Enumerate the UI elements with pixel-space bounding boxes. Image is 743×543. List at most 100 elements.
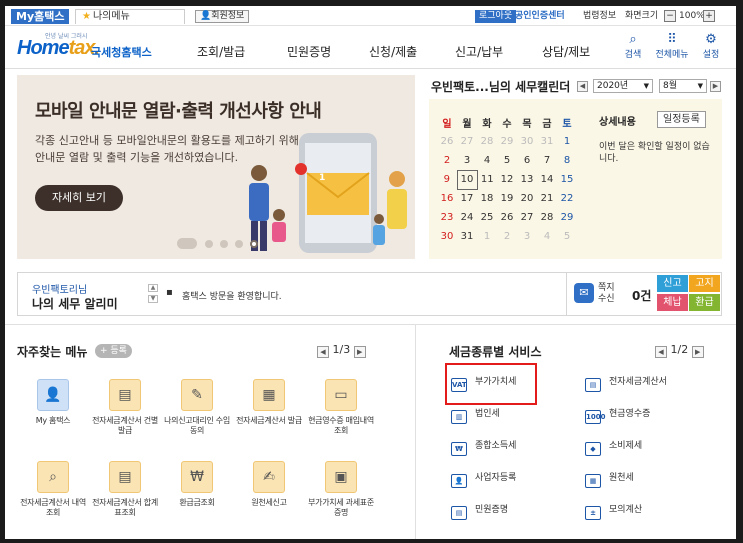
- calendar-day[interactable]: 3: [457, 151, 477, 170]
- calendar-day[interactable]: 11: [477, 170, 497, 189]
- calendar-day[interactable]: 31: [457, 227, 477, 246]
- calendar-day[interactable]: 13: [517, 170, 537, 189]
- tax-item-business-registration[interactable]: 👤 사업자등록: [451, 467, 516, 489]
- prev-page-button[interactable]: ◀: [317, 346, 329, 358]
- banner-detail-button[interactable]: 자세히 보기: [35, 185, 123, 211]
- calendar-day[interactable]: 31: [537, 132, 557, 151]
- calendar-day[interactable]: 29: [557, 208, 577, 227]
- calendar-day[interactable]: 30: [517, 132, 537, 151]
- calendar-day[interactable]: 6: [517, 151, 537, 170]
- menu-item-etax-single[interactable]: ▤ 전자세금계산서 건별발급: [91, 379, 159, 436]
- calendar-day[interactable]: 16: [437, 189, 457, 208]
- calendar-day[interactable]: 3: [517, 227, 537, 246]
- menu-item-etax-history[interactable]: ⌕ 전자세금계산서 내역조회: [19, 461, 87, 518]
- calendar-day[interactable]: 7: [537, 151, 557, 170]
- month-select[interactable]: 8월 ▼: [659, 79, 707, 93]
- nav-inquiry[interactable]: 조회/발급: [197, 43, 245, 60]
- menu-item-withholding[interactable]: ✍ 원천세신고: [235, 461, 303, 508]
- calendar-day[interactable]: 28: [537, 208, 557, 227]
- calendar-day[interactable]: 27: [457, 132, 477, 151]
- notice-up-button[interactable]: ▲: [148, 284, 158, 292]
- tag-notice[interactable]: 고지: [689, 275, 720, 292]
- notice-down-button[interactable]: ▼: [148, 295, 158, 303]
- laws-link[interactable]: 법령정보: [583, 10, 616, 23]
- banner-dot-1[interactable]: [205, 240, 213, 248]
- nav-consult[interactable]: 상담/제보: [542, 43, 590, 60]
- menu-item-my-hometax[interactable]: 👤 My 홈택스: [19, 379, 87, 426]
- member-info-button[interactable]: 👤회원정보: [195, 10, 250, 23]
- tax-item-withholding[interactable]: ▦ 원천세: [585, 467, 634, 489]
- calendar-day[interactable]: 23: [437, 208, 457, 227]
- banner-dot-2[interactable]: [220, 240, 228, 248]
- tax-item-income[interactable]: ₩ 종합소득세: [451, 435, 516, 457]
- calendar-day[interactable]: 27: [517, 208, 537, 227]
- calendar-day[interactable]: 14: [537, 170, 557, 189]
- menu-item-refund[interactable]: ₩ 환급금조회: [163, 461, 231, 508]
- calendar-day[interactable]: 21: [537, 189, 557, 208]
- tax-item-cash-receipt[interactable]: 1000 현금영수증: [585, 403, 650, 425]
- tax-item-excise[interactable]: ◆ 소비제세: [585, 435, 642, 457]
- calendar-day[interactable]: 1: [477, 227, 497, 246]
- frequent-register-button[interactable]: + 등록: [95, 344, 132, 358]
- tax-item-corporate[interactable]: ▥ 법인세: [451, 403, 500, 425]
- nav-certificate[interactable]: 민원증명: [287, 43, 331, 60]
- calendar-day[interactable]: 2: [437, 151, 457, 170]
- logout-button[interactable]: 로그아웃: [475, 10, 517, 23]
- calendar-day[interactable]: 26: [497, 208, 517, 227]
- tax-item-simulation[interactable]: ± 모의계산: [585, 499, 642, 521]
- calendar-day[interactable]: 19: [497, 189, 517, 208]
- tag-arrears[interactable]: 체납: [657, 294, 688, 311]
- banner-dot-4[interactable]: [250, 240, 258, 248]
- calendar-day[interactable]: 22: [557, 189, 577, 208]
- promo-banner[interactable]: 모바일 안내문 열람·출력 개선사항 안내 각종 신고안내 등 모바일안내문의 …: [17, 75, 415, 259]
- calendar-day[interactable]: 20: [517, 189, 537, 208]
- my-hometax-tab[interactable]: My홈택스: [11, 9, 70, 24]
- banner-pause-button[interactable]: [177, 238, 197, 249]
- calendar-day[interactable]: 30: [437, 227, 457, 246]
- calendar-day[interactable]: 26: [437, 132, 457, 151]
- nav-application[interactable]: 신청/제출: [369, 43, 417, 60]
- calendar-day[interactable]: 4: [537, 227, 557, 246]
- calendar-day[interactable]: 18: [477, 189, 497, 208]
- menu-item-etax-summary[interactable]: ▤ 전자세금계산서 합계표조회: [91, 461, 159, 518]
- tag-refund[interactable]: 환급: [689, 294, 720, 311]
- zoom-out-button[interactable]: −: [664, 10, 676, 22]
- calendar-day[interactable]: 17: [457, 189, 477, 208]
- message-count[interactable]: 0건: [632, 287, 651, 304]
- calendar-day-today[interactable]: 10: [456, 169, 478, 190]
- search-button[interactable]: ⌕ 검색: [619, 33, 647, 61]
- next-page-button[interactable]: ▶: [353, 346, 366, 358]
- calendar-day[interactable]: 5: [497, 151, 517, 170]
- calendar-day[interactable]: 9: [437, 170, 457, 189]
- my-menu-tab[interactable]: ★ 나의메뉴: [75, 9, 185, 24]
- settings-button[interactable]: ⚙ 설정: [697, 33, 725, 61]
- banner-dot-3[interactable]: [235, 240, 243, 248]
- calendar-day[interactable]: 8: [557, 151, 577, 170]
- prev-month-button[interactable]: ◀: [577, 81, 588, 92]
- nav-filing[interactable]: 신고/납부: [455, 43, 503, 60]
- calendar-day[interactable]: 15: [557, 170, 577, 189]
- register-schedule-button[interactable]: 일정등록: [657, 111, 706, 128]
- tax-item-etax-invoice[interactable]: ▤ 전자세금계산서: [585, 371, 667, 393]
- calendar-day[interactable]: 29: [497, 132, 517, 151]
- hometax-logo[interactable]: Hometax.: [17, 37, 100, 60]
- calendar-day[interactable]: 24: [457, 208, 477, 227]
- all-menu-button[interactable]: ⠿ 전체메뉴: [654, 33, 690, 61]
- menu-item-agent-consent[interactable]: ✎ 나의신고대리인 수임동의: [163, 379, 231, 436]
- zoom-in-button[interactable]: +: [703, 10, 715, 22]
- year-select[interactable]: 2020년 ▼: [593, 79, 653, 93]
- next-month-button[interactable]: ▶: [710, 81, 721, 92]
- calendar-day[interactable]: 5: [557, 227, 577, 246]
- cert-center-link[interactable]: 공인인증센터: [515, 10, 565, 23]
- calendar-day[interactable]: 25: [477, 208, 497, 227]
- menu-item-etax-issue[interactable]: ▦ 전자세금계산서 발급: [235, 379, 303, 426]
- next-page-button[interactable]: ▶: [691, 346, 704, 358]
- calendar-day[interactable]: 4: [477, 151, 497, 170]
- calendar-day[interactable]: 28: [477, 132, 497, 151]
- tag-filing[interactable]: 신고: [657, 275, 688, 292]
- message-icon[interactable]: ✉: [574, 283, 594, 303]
- calendar-day[interactable]: 12: [497, 170, 517, 189]
- tax-item-civil-certificate[interactable]: ▤ 민원증명: [451, 499, 508, 521]
- calendar-day[interactable]: 1: [557, 132, 577, 151]
- calendar-day[interactable]: 2: [497, 227, 517, 246]
